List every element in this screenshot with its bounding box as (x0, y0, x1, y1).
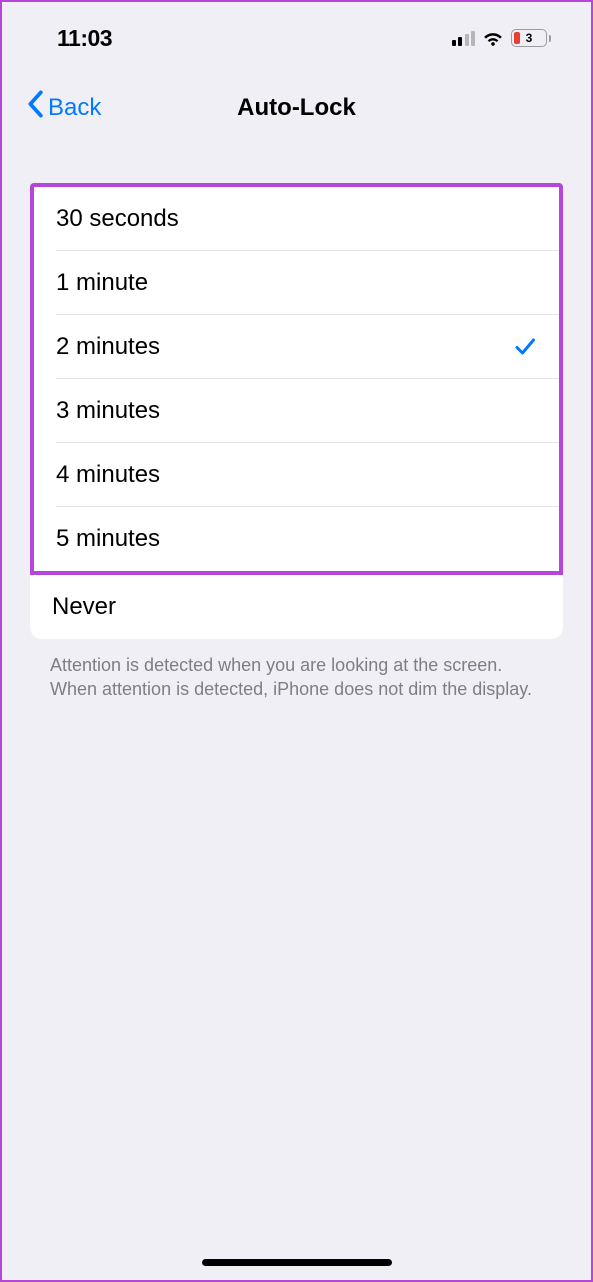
option-label: 30 seconds (56, 205, 179, 233)
option-label: 3 minutes (56, 397, 160, 425)
option-label: 1 minute (56, 269, 148, 297)
auto-lock-options: 30 seconds 1 minute 2 minutes 3 minutes … (30, 183, 563, 639)
page-title: Auto-Lock (237, 94, 356, 122)
checkmark-icon (513, 335, 537, 359)
back-label: Back (48, 94, 101, 122)
option-30-seconds[interactable]: 30 seconds (34, 187, 559, 251)
option-1-minute[interactable]: 1 minute (34, 251, 559, 315)
navigation-bar: Back Auto-Lock (2, 64, 591, 143)
home-indicator[interactable] (202, 1259, 392, 1266)
option-5-minutes[interactable]: 5 minutes (34, 507, 559, 571)
battery-icon: 3 (511, 29, 551, 47)
wifi-icon (482, 29, 504, 47)
status-indicators: 3 (452, 29, 552, 47)
option-2-minutes[interactable]: 2 minutes (34, 315, 559, 379)
status-bar: 11:03 3 (2, 2, 591, 64)
option-3-minutes[interactable]: 3 minutes (34, 379, 559, 443)
battery-level: 3 (512, 31, 546, 45)
option-label: 2 minutes (56, 333, 160, 361)
option-4-minutes[interactable]: 4 minutes (34, 443, 559, 507)
option-never[interactable]: Never (30, 575, 563, 639)
option-label: 5 minutes (56, 525, 160, 553)
back-button[interactable]: Back (26, 90, 101, 125)
option-label: 4 minutes (56, 461, 160, 489)
footer-note: Attention is detected when you are looki… (50, 653, 543, 702)
status-time: 11:03 (57, 25, 112, 52)
highlighted-options-group: 30 seconds 1 minute 2 minutes 3 minutes … (30, 183, 563, 575)
cellular-signal-icon (452, 31, 476, 46)
chevron-left-icon (26, 90, 44, 125)
option-label: Never (52, 593, 116, 621)
